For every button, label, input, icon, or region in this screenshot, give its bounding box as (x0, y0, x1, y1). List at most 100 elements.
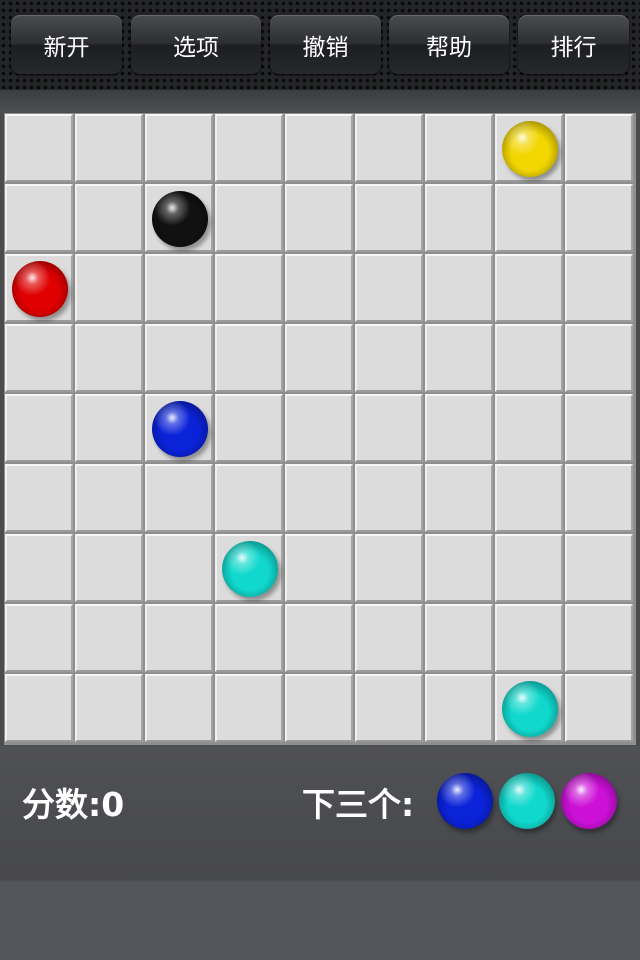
board-cell[interactable] (565, 534, 633, 602)
board-cell[interactable] (285, 394, 353, 462)
board-cell[interactable] (215, 184, 283, 252)
board-cell[interactable] (75, 324, 143, 392)
board-cell[interactable] (285, 534, 353, 602)
board-cell[interactable] (495, 184, 563, 252)
board-cell[interactable] (145, 534, 213, 602)
board-cell[interactable] (355, 604, 423, 672)
board-cell[interactable] (355, 464, 423, 532)
board-cell[interactable] (145, 464, 213, 532)
board-cell[interactable] (565, 394, 633, 462)
red-ball[interactable] (12, 261, 68, 317)
board-cell[interactable] (215, 464, 283, 532)
board-cell[interactable] (75, 394, 143, 462)
board-cell[interactable] (145, 324, 213, 392)
board-cell[interactable] (5, 464, 73, 532)
board-cell[interactable] (425, 184, 493, 252)
board-cell[interactable] (215, 534, 283, 602)
board-cell[interactable] (285, 324, 353, 392)
toolbar: 新开 选项 撤销 帮助 排行 (0, 0, 640, 90)
undo-button[interactable]: 撤销 (270, 15, 381, 74)
board-cell[interactable] (5, 184, 73, 252)
score-label: 分数: (22, 785, 102, 824)
board-cell[interactable] (495, 604, 563, 672)
board-cell[interactable] (215, 114, 283, 182)
board-cell[interactable] (425, 324, 493, 392)
board-cell[interactable] (355, 394, 423, 462)
board-cell[interactable] (285, 604, 353, 672)
options-button[interactable]: 选项 (131, 15, 261, 74)
board-cell[interactable] (75, 114, 143, 182)
board-cell[interactable] (145, 674, 213, 742)
board-cell[interactable] (355, 184, 423, 252)
board-cell[interactable] (425, 534, 493, 602)
yellow-ball[interactable] (502, 121, 558, 177)
board-cell[interactable] (75, 184, 143, 252)
board-cell[interactable] (5, 674, 73, 742)
board-cell[interactable] (285, 114, 353, 182)
next-balls-label: 下三个: (302, 785, 415, 824)
board-cell[interactable] (495, 324, 563, 392)
board-cell[interactable] (75, 674, 143, 742)
board-cell[interactable] (495, 464, 563, 532)
board-cell[interactable] (215, 604, 283, 672)
board-cell[interactable] (75, 464, 143, 532)
board-cell[interactable] (495, 534, 563, 602)
board-cell[interactable] (425, 254, 493, 322)
board-cell[interactable] (215, 254, 283, 322)
game-board[interactable] (4, 113, 636, 745)
board-cell[interactable] (5, 534, 73, 602)
board-cell[interactable] (425, 464, 493, 532)
board-cell[interactable] (75, 534, 143, 602)
board-cell[interactable] (425, 674, 493, 742)
board-cell[interactable] (355, 324, 423, 392)
board-cell[interactable] (425, 604, 493, 672)
board-cell[interactable] (75, 604, 143, 672)
board-cell[interactable] (5, 324, 73, 392)
board-cell[interactable] (285, 254, 353, 322)
board-cell[interactable] (145, 184, 213, 252)
board-cell[interactable] (355, 254, 423, 322)
board-cell[interactable] (5, 604, 73, 672)
help-button[interactable]: 帮助 (389, 15, 509, 74)
black-ball[interactable] (152, 191, 208, 247)
board-cell[interactable] (425, 114, 493, 182)
ranking-button[interactable]: 排行 (518, 15, 629, 74)
board-cell[interactable] (75, 254, 143, 322)
cyan-ball[interactable] (222, 541, 278, 597)
board-cell[interactable] (565, 674, 633, 742)
board-cell[interactable] (145, 394, 213, 462)
board-cell[interactable] (495, 394, 563, 462)
board-cell[interactable] (495, 254, 563, 322)
board-cell[interactable] (495, 114, 563, 182)
board-cell[interactable] (565, 324, 633, 392)
board-cell[interactable] (5, 114, 73, 182)
next-ball-cyan (499, 773, 555, 829)
board-cell[interactable] (565, 254, 633, 322)
board-cell[interactable] (495, 674, 563, 742)
board-cell[interactable] (215, 674, 283, 742)
board-cell[interactable] (565, 114, 633, 182)
board-cell[interactable] (145, 114, 213, 182)
board-cell[interactable] (5, 254, 73, 322)
board-cell[interactable] (285, 674, 353, 742)
score-display: 分数:0 (22, 778, 124, 826)
board-cell[interactable] (355, 534, 423, 602)
board-cell[interactable] (355, 114, 423, 182)
board-cell[interactable] (145, 604, 213, 672)
board-cell[interactable] (285, 464, 353, 532)
board-cell[interactable] (285, 184, 353, 252)
board-cell[interactable] (565, 604, 633, 672)
board-cell[interactable] (425, 394, 493, 462)
board-cell[interactable] (565, 184, 633, 252)
board-cell[interactable] (215, 324, 283, 392)
next-ball-magenta (561, 773, 617, 829)
toolbar-divider (0, 90, 640, 112)
blue-ball[interactable] (152, 401, 208, 457)
board-cell[interactable] (5, 394, 73, 462)
new-game-button[interactable]: 新开 (11, 15, 122, 74)
cyan-ball[interactable] (502, 681, 558, 737)
board-cell[interactable] (565, 464, 633, 532)
board-cell[interactable] (355, 674, 423, 742)
board-cell[interactable] (145, 254, 213, 322)
board-cell[interactable] (215, 394, 283, 462)
